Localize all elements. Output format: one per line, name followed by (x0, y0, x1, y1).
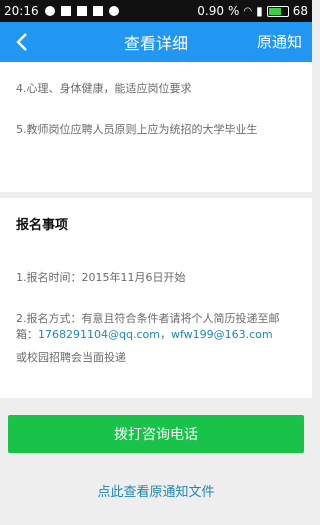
detail-item-5: 5.教师岗位应聘人员原则上应为统招的大学毕业生 (16, 123, 258, 136)
email-link-2[interactable]: wfw199@163.com (171, 328, 273, 341)
registration-method: 2.报名方式：有意且符合条件者请将个人简历投递至邮箱：1768291104@qq… (16, 311, 296, 343)
battery-icon (266, 5, 289, 17)
wifi-icon: ◠ (243, 5, 253, 17)
call-hotline-button[interactable]: 拨打咨询电话 (8, 415, 304, 453)
signal-icon: ▮ (256, 4, 263, 18)
app-header: 查看详细 原通知 (0, 22, 312, 62)
email-link-1[interactable]: 1768291104@qq.com (38, 328, 160, 341)
image-icon (60, 6, 71, 16)
registration-alt-method: 或校园招聘会当面投递 (16, 351, 126, 364)
network-unit: % (227, 4, 240, 18)
original-notice-button[interactable]: 原通知 (257, 22, 302, 62)
detail-item-4: 4.心理、身体健康，能适应岗位要求 (16, 82, 192, 95)
share-icon (108, 6, 119, 16)
battery-level: 68 (292, 4, 308, 18)
notification-icon (76, 6, 87, 16)
app-icon (92, 6, 103, 16)
email-separator: ， (159, 328, 171, 341)
registration-time: 1.报名时间：2015年11月6日开始 (16, 271, 186, 284)
usb-icon (44, 6, 55, 16)
network-speed: 0.90 (197, 4, 224, 18)
status-right: 0.90 % ◠ ▮ 68 (197, 4, 308, 18)
back-button[interactable] (10, 28, 34, 56)
chevron-left-icon (16, 33, 27, 51)
status-time: 20:16 (4, 4, 39, 18)
status-bar: 20:16 0.90 % ◠ ▮ 68 (0, 0, 312, 22)
status-left-icons (44, 6, 119, 16)
view-original-file-link[interactable]: 点此查看原通知文件 (0, 481, 312, 500)
registration-title: 报名事项 (16, 218, 69, 233)
